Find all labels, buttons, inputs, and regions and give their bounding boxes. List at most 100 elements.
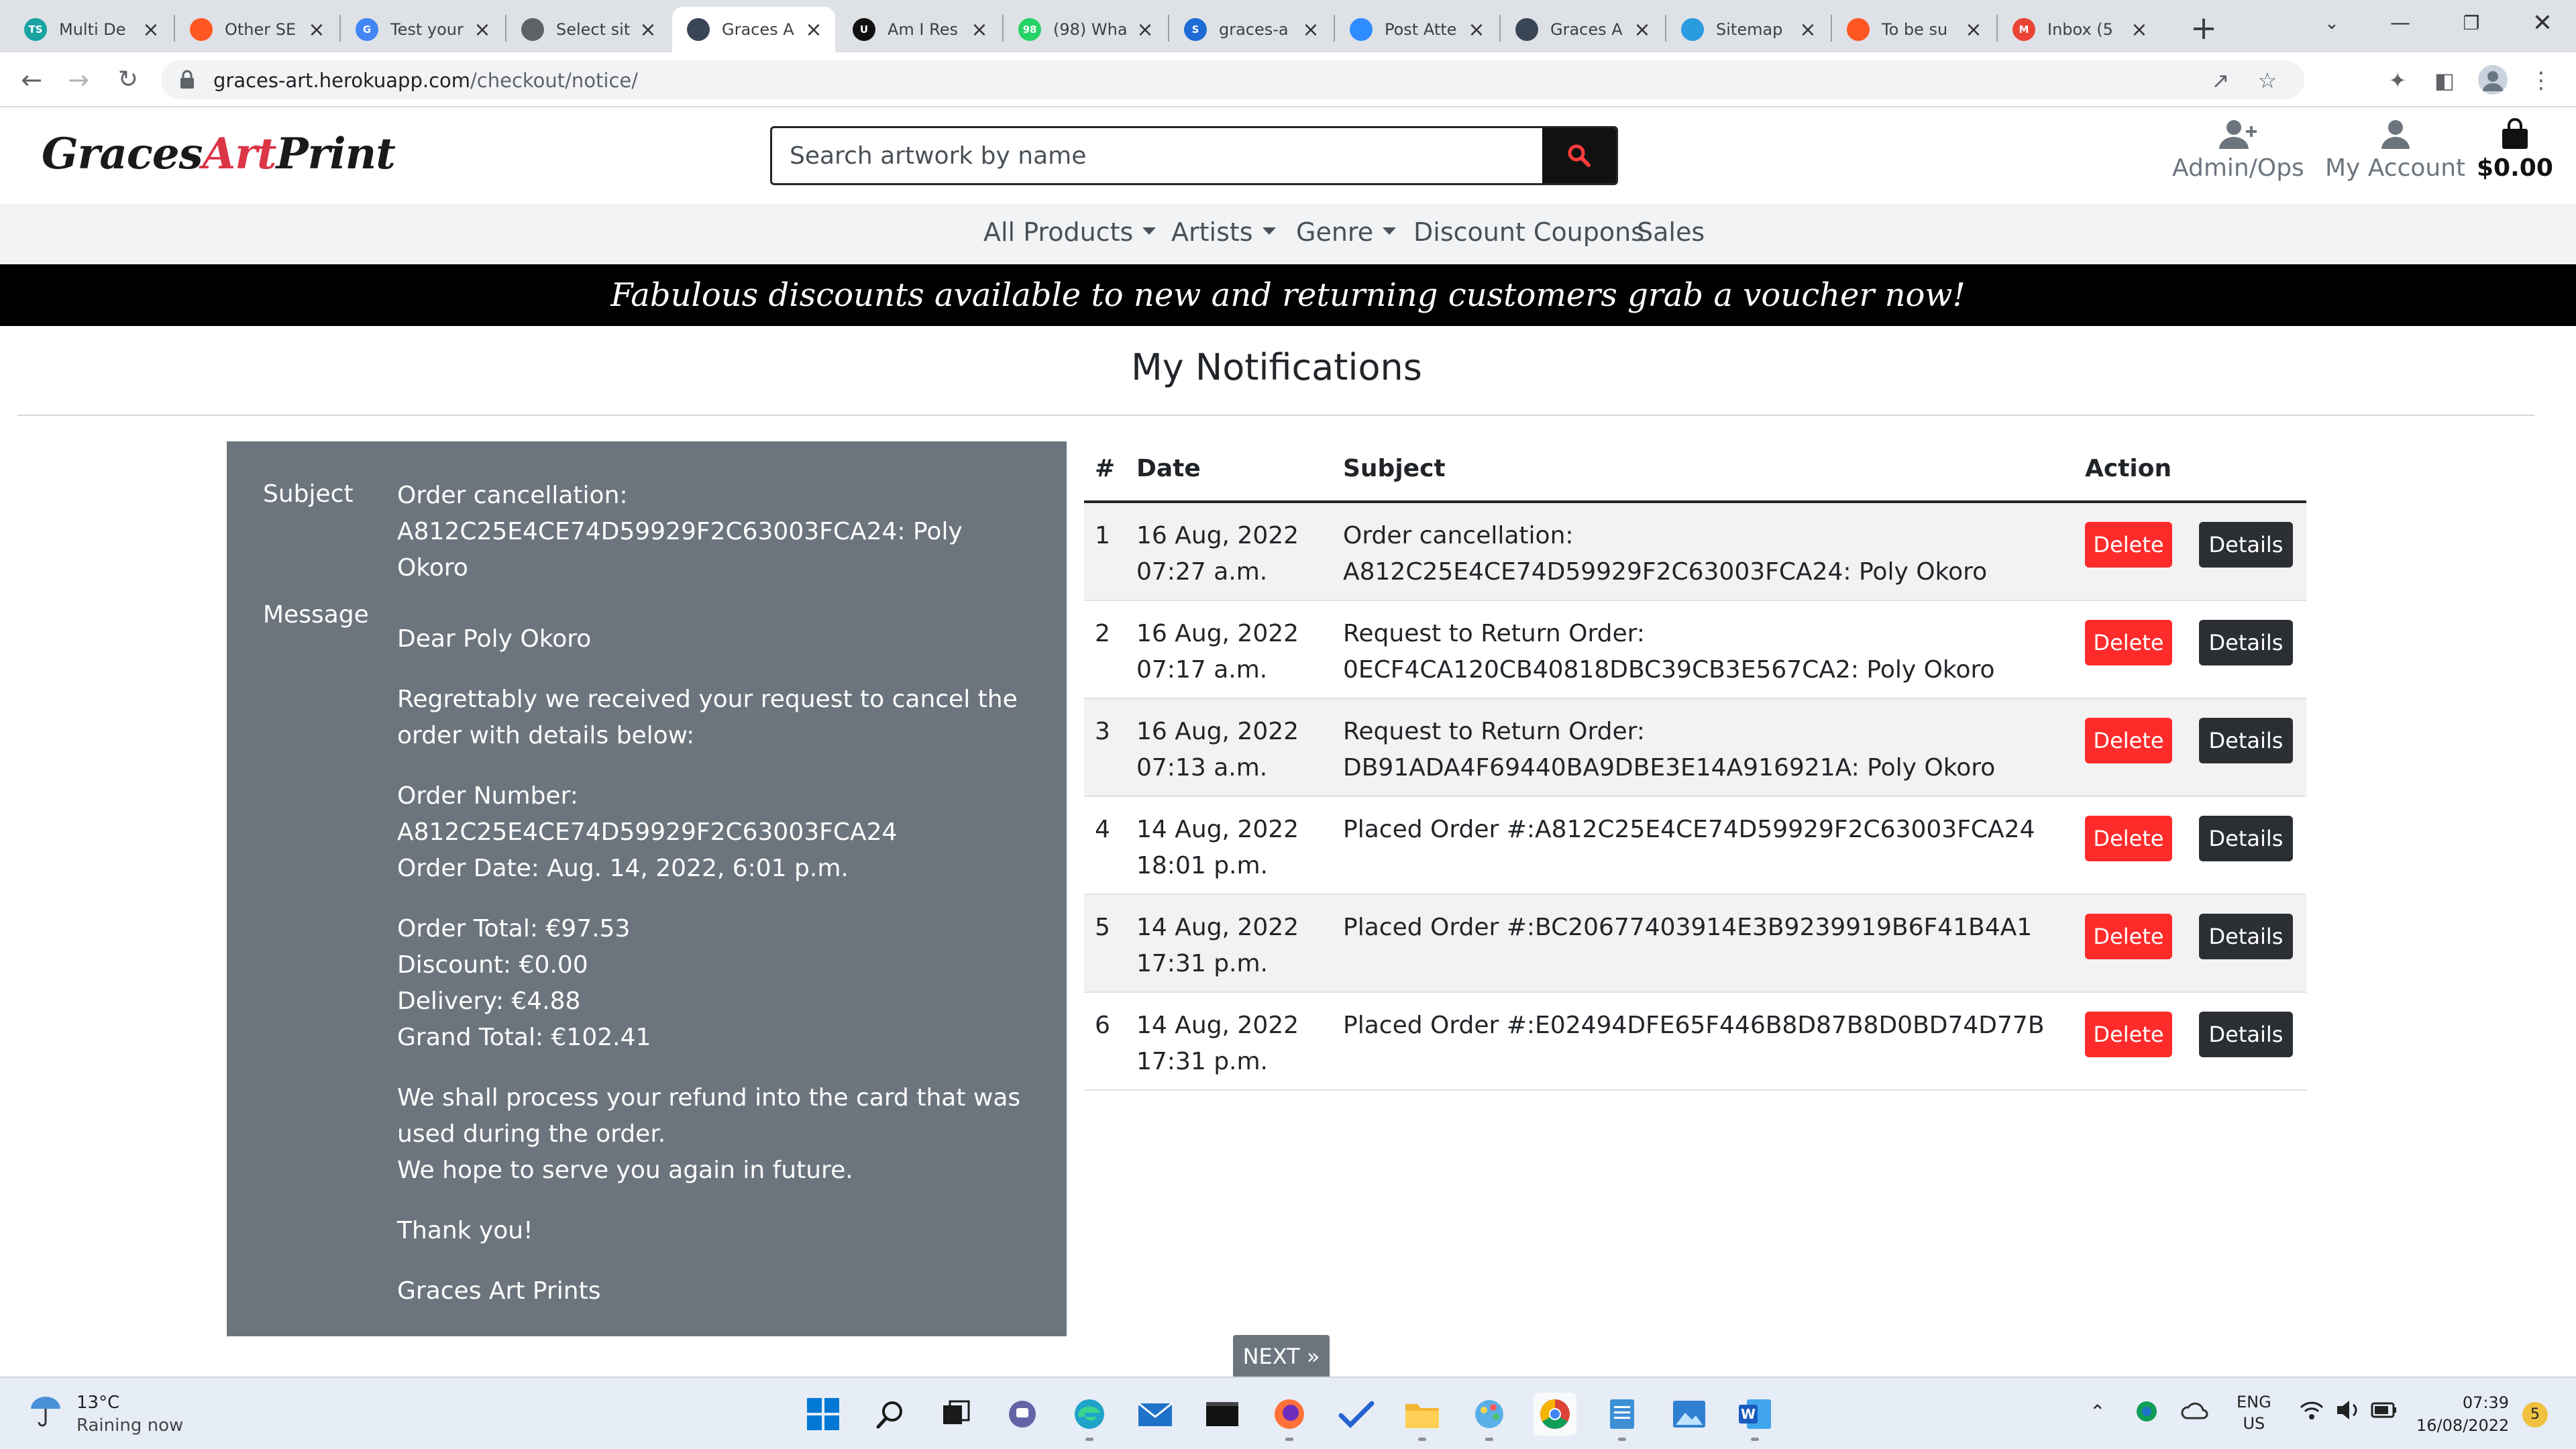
wifi-icon[interactable] (2298, 1398, 2325, 1427)
browser-tab[interactable]: Graces A × (1501, 7, 1664, 52)
globe-icon (521, 18, 544, 41)
onedrive-cloud-icon[interactable] (2180, 1398, 2210, 1427)
delete-button[interactable]: Delete (2085, 620, 2172, 665)
back-button[interactable]: ← (13, 62, 50, 98)
browser-tab[interactable]: Post Atte × (1335, 7, 1498, 52)
delete-button[interactable]: Delete (2085, 718, 2172, 763)
browser-tab[interactable]: 98 (98) Wha × (1004, 7, 1167, 52)
browser-tab[interactable]: G Test your × (341, 7, 504, 52)
notification-count-badge[interactable]: 5 (2522, 1402, 2548, 1428)
details-button[interactable]: Details (2199, 816, 2293, 861)
row-date-time: 07:17 a.m. (1136, 656, 1268, 684)
battery-icon[interactable] (2369, 1398, 2399, 1427)
nav-artists[interactable]: Artists (1171, 217, 1276, 247)
browser-tab[interactable]: Other SE × (175, 7, 338, 52)
delete-button[interactable]: Delete (2085, 1012, 2172, 1057)
close-tab-icon[interactable]: × (970, 18, 989, 42)
ring-icon (1847, 18, 1870, 41)
new-tab-button[interactable]: + (2184, 8, 2224, 48)
forward-button[interactable]: → (60, 62, 97, 98)
notepad-app[interactable] (1601, 1393, 1644, 1441)
photos-app[interactable] (1668, 1393, 1711, 1436)
close-tab-icon[interactable]: × (1467, 18, 1486, 42)
delete-button[interactable]: Delete (2085, 522, 2172, 568)
edge-app[interactable] (1068, 1393, 1111, 1441)
lock-icon (180, 70, 194, 89)
browser-tab[interactable]: Graces A × (672, 7, 835, 52)
close-tab-icon[interactable]: × (1301, 18, 1320, 42)
close-tab-icon[interactable]: × (1799, 18, 1817, 42)
delete-button[interactable]: Delete (2085, 816, 2172, 861)
terminal-app[interactable] (1201, 1393, 1244, 1436)
close-tab-icon[interactable]: × (142, 18, 160, 42)
nav-discount-coupons[interactable]: Discount Coupons (1413, 217, 1644, 247)
details-button[interactable]: Details (2199, 914, 2293, 959)
extensions-puzzle-icon[interactable]: ✦ (2381, 64, 2414, 97)
next-page-button[interactable]: NEXT » (1233, 1335, 1330, 1378)
paint-app[interactable] (1468, 1393, 1511, 1441)
browser-tab[interactable]: U Am I Res × (838, 7, 1001, 52)
close-tab-icon[interactable]: × (1136, 18, 1155, 42)
search-button[interactable] (1542, 128, 1616, 183)
reload-button[interactable]: ↻ (110, 62, 146, 98)
clock[interactable]: 07:39 16/08/2022 (2416, 1391, 2509, 1437)
language-indicator[interactable]: ENG US (2237, 1391, 2271, 1434)
details-button[interactable]: Details (2199, 620, 2293, 665)
browser-tab[interactable]: Select sit × (506, 7, 669, 52)
browser-tab-title: Sitemap (1716, 20, 1783, 39)
header-subject: Subject (1343, 455, 1446, 482)
close-tab-icon[interactable]: × (1964, 18, 1983, 42)
minimize-button[interactable]: — (2363, 0, 2438, 47)
my-account-link[interactable]: My Account (2325, 118, 2465, 182)
file-explorer-app[interactable] (1401, 1393, 1444, 1441)
share-icon[interactable]: ↗ (2207, 67, 2234, 94)
task-view-button[interactable] (934, 1393, 977, 1436)
url-text[interactable]: graces-art.herokuapp.com/checkout/notice… (213, 69, 638, 92)
volume-icon[interactable] (2334, 1398, 2361, 1427)
chrome-app[interactable] (1534, 1393, 1576, 1436)
nav-sales[interactable]: Sales (1637, 217, 1705, 247)
firefox-app[interactable] (1268, 1393, 1311, 1441)
bookmark-star-icon[interactable]: ☆ (2254, 67, 2281, 94)
profile-avatar-icon[interactable] (2477, 64, 2509, 97)
browser-menu-icon[interactable]: ⋮ (2525, 64, 2557, 97)
side-panel-icon[interactable]: ◧ (2428, 64, 2461, 97)
todo-app[interactable] (1335, 1393, 1378, 1436)
browser-tab[interactable]: To be su × (1832, 7, 1995, 52)
browser-tab[interactable]: TS Multi De × (9, 7, 172, 52)
word-app[interactable]: W (1733, 1393, 1776, 1441)
restore-button[interactable]: ❐ (2434, 0, 2509, 47)
browser-tab-title: (98) Wha (1053, 20, 1128, 39)
close-tab-icon[interactable]: × (473, 18, 492, 42)
search-input[interactable] (772, 128, 1542, 183)
close-window-button[interactable]: ✕ (2505, 0, 2576, 47)
weather-widget[interactable]: 13°C Raining now (27, 1391, 183, 1437)
browser-tab[interactable]: Sgraces-a × (1169, 7, 1332, 52)
mail-app[interactable] (1134, 1393, 1177, 1436)
details-button[interactable]: Details (2199, 1012, 2293, 1057)
close-tab-icon[interactable]: × (2130, 18, 2149, 42)
security-shield-icon[interactable] (2135, 1398, 2159, 1430)
site-logo[interactable]: GracesArtPrint (42, 129, 396, 179)
start-button[interactable] (802, 1393, 845, 1436)
taskbar-search-button[interactable] (869, 1393, 912, 1436)
details-button[interactable]: Details (2199, 522, 2293, 568)
close-tab-icon[interactable]: × (307, 18, 326, 42)
browser-tab[interactable]: Sitemap × (1666, 7, 1829, 52)
nav-all-products[interactable]: All Products (983, 217, 1157, 247)
show-hidden-icons-chevron-icon[interactable]: ⌃ (2090, 1401, 2105, 1423)
address-bar[interactable]: graces-art.herokuapp.com/checkout/notice… (161, 60, 2304, 99)
details-button[interactable]: Details (2199, 718, 2293, 763)
close-tab-icon[interactable]: × (1633, 18, 1652, 42)
browser-tab[interactable]: M Inbox (5 × (1998, 7, 2161, 52)
nav-genre[interactable]: Genre (1296, 217, 1397, 247)
delete-button[interactable]: Delete (2085, 914, 2172, 959)
notepad-icon (1610, 1399, 1634, 1429)
teams-chat-app[interactable] (1001, 1393, 1044, 1436)
shopping-bag-link[interactable]: $0.00 (2477, 118, 2553, 182)
header-num: # (1095, 455, 1116, 482)
tab-search-icon[interactable]: ⌄ (2294, 0, 2369, 47)
admin-ops-link[interactable]: Admin/Ops (2172, 118, 2304, 182)
close-tab-icon[interactable]: × (639, 18, 657, 42)
close-tab-icon[interactable]: × (804, 18, 823, 42)
